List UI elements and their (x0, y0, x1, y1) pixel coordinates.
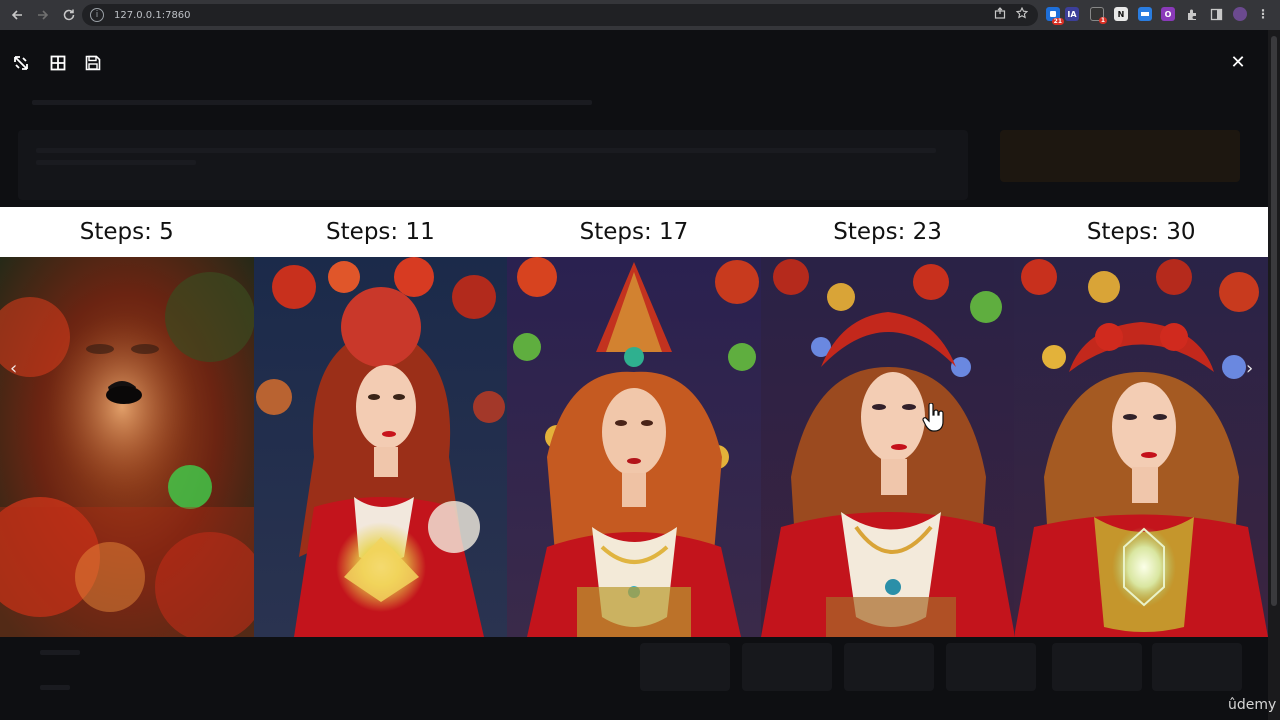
browser-menu-icon[interactable]: ⋮ (1256, 7, 1270, 21)
extension-3-icon[interactable]: 1 (1090, 7, 1107, 24)
fullscreen-toggle-icon[interactable] (10, 52, 32, 74)
extension-5-icon[interactable] (1138, 7, 1152, 21)
save-icon[interactable] (82, 52, 104, 74)
grid-label-strip: Steps: 5 Steps: 11 Steps: 17 Steps: 23 S… (0, 207, 1268, 257)
page-scrollbar[interactable] (1268, 30, 1280, 720)
bookmark-star-icon[interactable] (1015, 6, 1029, 22)
extension-3-badge: 1 (1098, 17, 1107, 24)
grid-image-steps-5 (0, 257, 254, 637)
lightbox-prev-icon[interactable]: ‹ (10, 358, 17, 379)
bg-text-line (32, 100, 592, 105)
udemy-watermark: ûdemy (1228, 697, 1277, 713)
grid-icon[interactable] (47, 52, 69, 74)
grid-image-steps-17 (507, 257, 761, 637)
bg-text-line (40, 650, 80, 655)
xyz-grid-image[interactable]: Steps: 5 Steps: 11 Steps: 17 Steps: 23 S… (0, 207, 1268, 637)
address-bar[interactable]: i 127.0.0.1:7860 (82, 4, 1038, 26)
browser-toolbar: i 127.0.0.1:7860 21 IA 1 N O ⋮ (0, 0, 1280, 30)
scrollbar-thumb[interactable] (1271, 36, 1277, 606)
grid-label-steps-11: Steps: 11 (326, 219, 435, 245)
grid-image-steps-23 (760, 257, 1015, 637)
profile-avatar-icon[interactable] (1233, 7, 1247, 21)
lightbox-next-icon[interactable]: › (1246, 358, 1253, 379)
hand-cursor-icon (922, 402, 946, 438)
share-icon[interactable] (994, 7, 1006, 22)
extension-1-icon[interactable]: 21 (1046, 7, 1064, 25)
extension-o-icon[interactable]: O (1161, 7, 1175, 21)
url-text: 127.0.0.1:7860 (114, 9, 191, 21)
back-icon[interactable] (6, 4, 28, 26)
grid-label-steps-30: Steps: 30 (1086, 219, 1196, 245)
bg-button (742, 643, 832, 691)
bg-button (1052, 643, 1142, 691)
extension-1-badge: 21 (1051, 18, 1064, 25)
bg-button (946, 643, 1036, 691)
bg-button (844, 643, 934, 691)
close-icon[interactable]: ✕ (1226, 50, 1250, 74)
grid-image-steps-11 (253, 257, 508, 637)
bg-button (640, 643, 730, 691)
extension-n-icon[interactable]: N (1114, 7, 1128, 21)
bg-button (1152, 643, 1242, 691)
reload-icon[interactable] (58, 4, 80, 26)
extensions-icon[interactable] (1185, 7, 1199, 21)
bg-text-line (40, 685, 70, 690)
grid-label-steps-17: Steps: 17 (579, 219, 689, 245)
grid-label-steps-23: Steps: 23 (833, 219, 942, 245)
site-info-icon[interactable]: i (90, 8, 104, 22)
extension-ia-icon[interactable]: IA (1065, 7, 1079, 21)
sidepanel-icon[interactable] (1209, 7, 1223, 21)
forward-icon[interactable] (32, 4, 54, 26)
bg-text-line (36, 148, 936, 153)
bg-prompt-panel (18, 130, 968, 200)
grid-label-steps-5: Steps: 5 (79, 219, 174, 245)
grid-image-steps-30 (1014, 257, 1268, 637)
bg-generate-button (1000, 130, 1240, 182)
bg-text-line (36, 160, 196, 165)
